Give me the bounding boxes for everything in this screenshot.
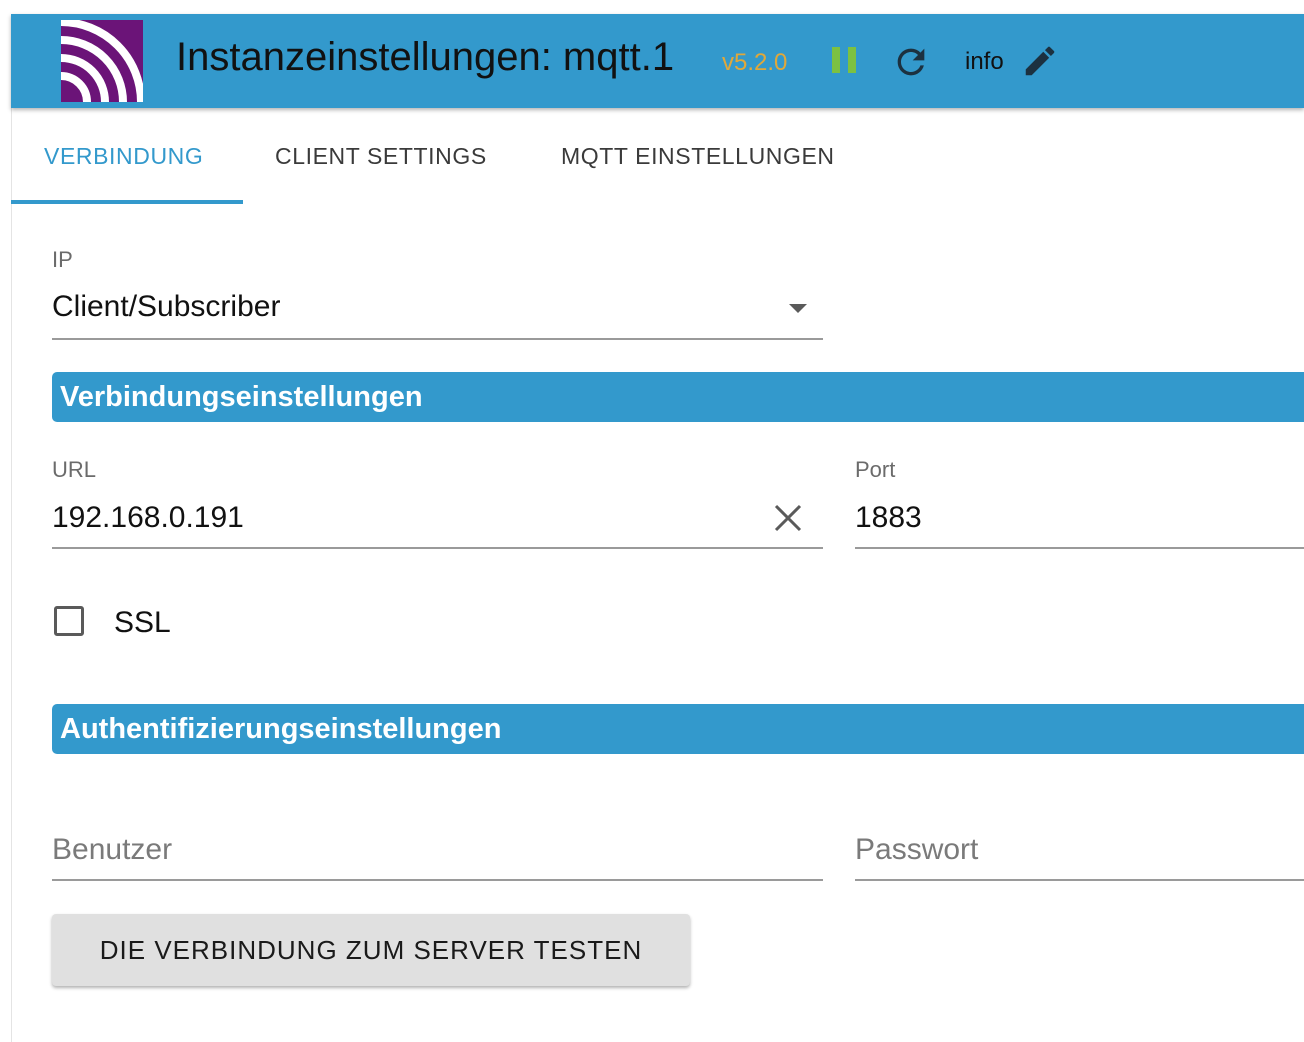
- url-label: URL: [52, 457, 97, 482]
- tab-client-settings[interactable]: CLIENT SETTINGS: [275, 108, 487, 204]
- tab-verbindung[interactable]: VERBINDUNG: [44, 108, 203, 204]
- auth-section-header: Authentifizierungseinstellungen: [52, 704, 1304, 754]
- user-underline: [52, 879, 823, 881]
- url-input[interactable]: 192.168.0.191: [52, 500, 244, 536]
- password-underline: [855, 879, 1304, 881]
- tab-mqtt-einstellungen[interactable]: MQTT EINSTELLUNGEN: [561, 108, 835, 204]
- pause-icon[interactable]: [829, 44, 859, 76]
- test-connection-button[interactable]: DIE VERBINDUNG ZUM SERVER TESTEN: [52, 914, 690, 986]
- connection-section-header: Verbindungseinstellungen: [52, 372, 1304, 422]
- ip-underline: [52, 338, 823, 340]
- tab-bar: VERBINDUNG CLIENT SETTINGS MQTT EINSTELL…: [11, 108, 1304, 204]
- user-input[interactable]: Benutzer: [52, 832, 172, 868]
- port-input[interactable]: 1883: [855, 500, 922, 536]
- port-label: Port: [855, 457, 896, 482]
- page-title: Instanzeinstellungen: mqtt.1: [176, 35, 675, 79]
- ssl-checkbox[interactable]: [54, 606, 84, 636]
- info-link[interactable]: info: [965, 48, 1004, 76]
- password-input[interactable]: Passwort: [855, 832, 978, 868]
- auth-section-title: Authentifizierungseinstellungen: [60, 713, 502, 745]
- refresh-icon[interactable]: [891, 42, 931, 82]
- mqtt-logo-icon: [61, 20, 143, 102]
- header-bar: Instanzeinstellungen: mqtt.1 v5.2.0 info: [11, 14, 1304, 108]
- instance-settings-page: Instanzeinstellungen: mqtt.1 v5.2.0 info…: [0, 0, 1304, 1042]
- ip-label: IP: [52, 247, 73, 272]
- version-badge: v5.2.0: [722, 49, 788, 76]
- connection-section-title: Verbindungseinstellungen: [60, 381, 423, 413]
- url-underline: [52, 547, 823, 549]
- active-tab-indicator: [11, 200, 243, 204]
- ssl-label: SSL: [114, 606, 171, 639]
- ip-select-value: Client/Subscriber: [52, 290, 281, 323]
- dropdown-arrow-icon: [789, 304, 807, 313]
- left-border: [11, 108, 12, 1042]
- clear-icon[interactable]: [773, 503, 803, 533]
- port-underline: [855, 547, 1304, 549]
- pencil-icon[interactable]: [1021, 42, 1059, 80]
